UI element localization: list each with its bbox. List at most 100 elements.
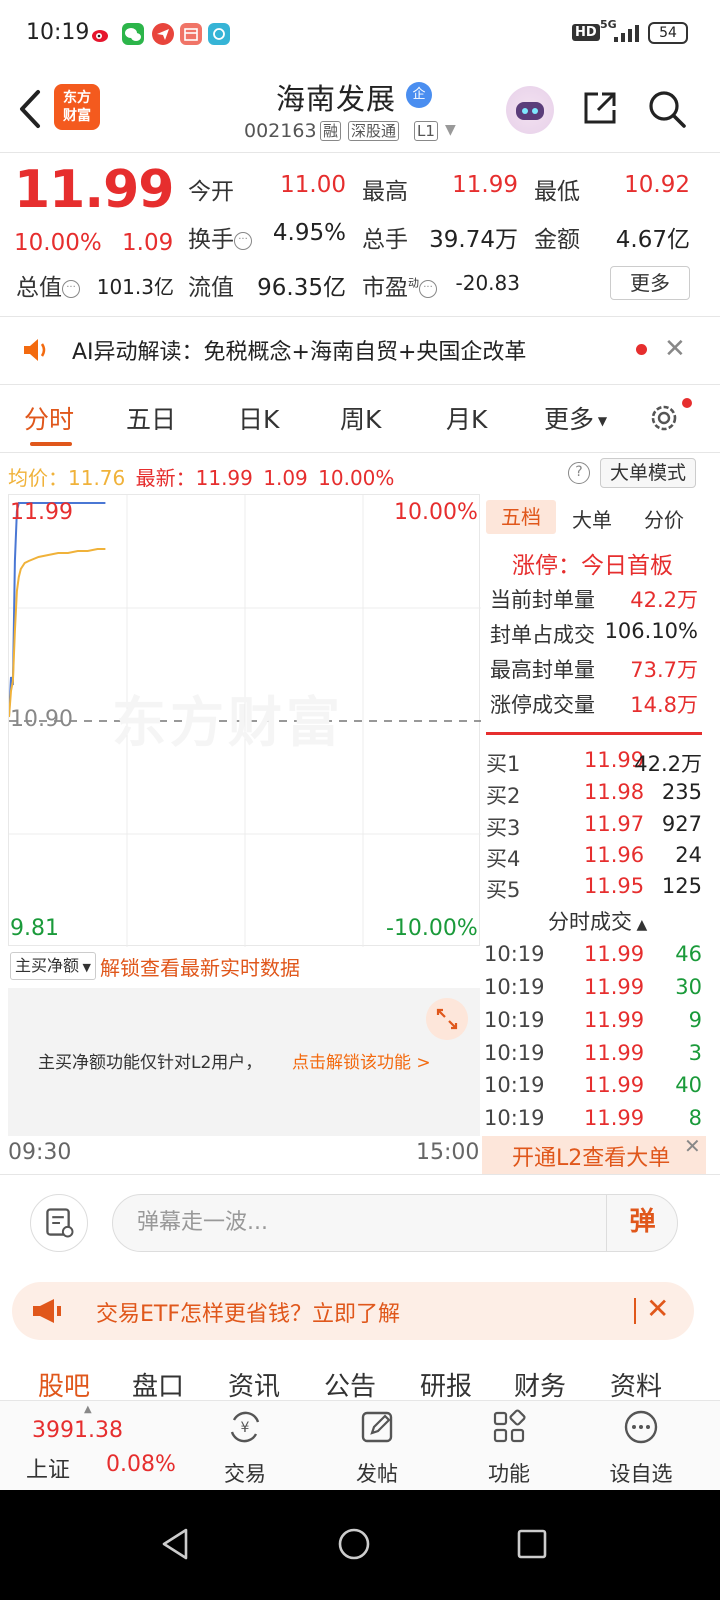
tab-announcements[interactable]: 公告 bbox=[324, 1366, 376, 1403]
tab-financials[interactable]: 财务 bbox=[514, 1366, 566, 1403]
tab-intraday[interactable]: 分时 bbox=[24, 400, 74, 436]
unlock-realtime-link[interactable]: 解锁查看最新实时数据 bbox=[100, 952, 300, 981]
chart-high-percent: 10.00% bbox=[394, 500, 478, 525]
seal-value: 73.7万 bbox=[630, 658, 698, 682]
time-start-label: 09:30 bbox=[8, 1140, 72, 1165]
index-value[interactable]: 3991.38 bbox=[32, 1418, 123, 1443]
back-button[interactable] bbox=[14, 86, 54, 132]
tab-profile[interactable]: 资料 bbox=[610, 1366, 662, 1403]
info-icon[interactable]: ··· bbox=[419, 279, 437, 298]
danmaku-input[interactable]: 弹幕走一波... bbox=[112, 1194, 678, 1252]
bid-label: 买3 bbox=[486, 816, 521, 840]
tab-monthly-k[interactable]: 月K bbox=[446, 400, 487, 436]
recents-square-icon[interactable] bbox=[514, 1526, 550, 1562]
notes-icon[interactable] bbox=[30, 1194, 88, 1252]
home-circle-icon[interactable] bbox=[336, 1526, 372, 1562]
info-icon[interactable]: ··· bbox=[62, 279, 80, 298]
close-icon[interactable]: ✕ bbox=[664, 334, 686, 364]
change-percent: 10.00% bbox=[14, 230, 102, 256]
close-icon[interactable]: ✕ bbox=[646, 1292, 669, 1325]
main-buy-select[interactable]: 主买净额 ▼ bbox=[10, 952, 96, 980]
back-triangle-icon[interactable] bbox=[158, 1526, 194, 1562]
latest-change: 1.09 bbox=[263, 466, 308, 490]
tab-news[interactable]: 资讯 bbox=[228, 1366, 280, 1403]
tick-volume: 46 bbox=[675, 942, 702, 966]
tab-daily-k[interactable]: 日K bbox=[238, 400, 279, 436]
tab-research[interactable]: 研报 bbox=[420, 1366, 472, 1403]
notification-dot bbox=[682, 398, 692, 408]
index-name[interactable]: 上证 bbox=[26, 1452, 70, 1484]
tick-time: 10:19 bbox=[484, 1106, 545, 1130]
stock-code[interactable]: 002163 bbox=[244, 120, 317, 142]
help-icon[interactable]: ? bbox=[568, 462, 590, 484]
ai-assistant-icon[interactable] bbox=[506, 86, 554, 134]
big-order-mode-button[interactable]: 大单模式 bbox=[600, 458, 696, 488]
ticks-title[interactable]: 分时成交 ▲ bbox=[548, 906, 647, 936]
nav-watchlist[interactable]: 设自选 bbox=[596, 1408, 686, 1488]
chart-prev-close: 10.90 bbox=[10, 707, 73, 732]
current-price: 11.99 bbox=[14, 160, 174, 220]
unread-dot bbox=[636, 344, 647, 355]
ai-banner-text[interactable]: AI异动解读：免税概念+海南自贸+央国企改革 bbox=[72, 334, 526, 366]
chart-summary: 均价：11.76 最新：11.99 1.09 10.00% bbox=[8, 462, 394, 491]
megaphone-icon bbox=[33, 1299, 61, 1323]
info-icon[interactable]: ··· bbox=[234, 231, 252, 250]
turnover-label: 换手 ··· bbox=[188, 220, 252, 254]
calendar-icon bbox=[180, 23, 202, 45]
chart-low-price: 9.81 bbox=[10, 916, 59, 941]
close-icon[interactable]: ✕ bbox=[684, 1134, 701, 1158]
tab-order-book[interactable]: 盘口 bbox=[132, 1366, 184, 1403]
tab-stock-forum[interactable]: 股吧 bbox=[38, 1366, 90, 1403]
tab-five-day[interactable]: 五日 bbox=[126, 400, 176, 436]
divider bbox=[0, 152, 720, 153]
nav-post[interactable]: 发帖 bbox=[332, 1408, 422, 1488]
avg-value: 11.76 bbox=[68, 466, 126, 490]
bid-price: 11.97 bbox=[584, 812, 645, 836]
tab-weekly-k[interactable]: 周K bbox=[340, 400, 381, 436]
chevron-down-icon[interactable]: ▼ bbox=[445, 122, 456, 138]
more-quote-button[interactable]: 更多 bbox=[610, 266, 690, 300]
expand-icon[interactable] bbox=[426, 998, 468, 1040]
tab-price-distribution[interactable]: 分价 bbox=[644, 504, 684, 533]
tick-volume: 3 bbox=[688, 1041, 702, 1065]
tick-price: 11.99 bbox=[584, 1106, 645, 1130]
divider bbox=[0, 384, 720, 385]
nav-trade[interactable]: ¥ 交易 bbox=[200, 1408, 290, 1488]
bid-label: 买2 bbox=[486, 784, 521, 808]
svg-text:¥: ¥ bbox=[241, 1420, 250, 1436]
pe-label: 市盈动 ··· bbox=[362, 268, 437, 302]
tab-five-levels[interactable]: 五档 bbox=[486, 500, 556, 534]
bid-volume: 24 bbox=[675, 843, 702, 867]
main-buy-select-label: 主买净额 bbox=[15, 956, 80, 975]
etf-banner-text[interactable]: 交易ETF怎样更省钱？立即了解 bbox=[96, 1296, 400, 1328]
float-cap-label: 流值 bbox=[188, 275, 234, 301]
bid-price: 11.98 bbox=[584, 780, 645, 804]
tick-price: 11.99 bbox=[584, 942, 645, 966]
tab-big-orders[interactable]: 大单 bbox=[572, 504, 612, 533]
l2-big-order-text[interactable]: 开通L2查看大单 bbox=[512, 1140, 670, 1172]
gear-icon[interactable] bbox=[646, 400, 682, 436]
level-tag: L1 bbox=[414, 121, 438, 141]
share-icon[interactable] bbox=[580, 88, 620, 128]
tick-volume: 40 bbox=[675, 1073, 702, 1097]
tab-more[interactable]: 更多 ▼ bbox=[544, 400, 607, 436]
danmaku-send-button[interactable]: 弹 bbox=[606, 1194, 678, 1252]
amount-value: 4.67亿 bbox=[615, 227, 690, 253]
index-percent[interactable]: 0.08% bbox=[106, 1452, 176, 1477]
time-end-label: 15:00 bbox=[416, 1140, 480, 1165]
pe-label-text: 市盈 bbox=[362, 275, 408, 301]
search-icon[interactable] bbox=[646, 88, 688, 130]
high-value: 11.99 bbox=[452, 172, 518, 198]
trade-icon: ¥ bbox=[230, 1411, 260, 1443]
volume-value: 39.74万 bbox=[429, 227, 518, 253]
amount-label: 金额 bbox=[534, 227, 580, 253]
caret-down-icon: ▼ bbox=[594, 414, 608, 428]
tick-price: 11.99 bbox=[584, 1073, 645, 1097]
l2-unlock-link[interactable]: 点击解锁该功能 > bbox=[292, 1048, 431, 1073]
nav-features[interactable]: 功能 bbox=[464, 1408, 554, 1488]
logo-text-1: 东方 bbox=[63, 90, 91, 106]
latest-value: 11.99 bbox=[195, 466, 253, 490]
margin-tag: 融 bbox=[320, 121, 342, 141]
stock-name[interactable]: 海南发展 bbox=[276, 76, 396, 118]
send-app-icon bbox=[152, 23, 174, 45]
